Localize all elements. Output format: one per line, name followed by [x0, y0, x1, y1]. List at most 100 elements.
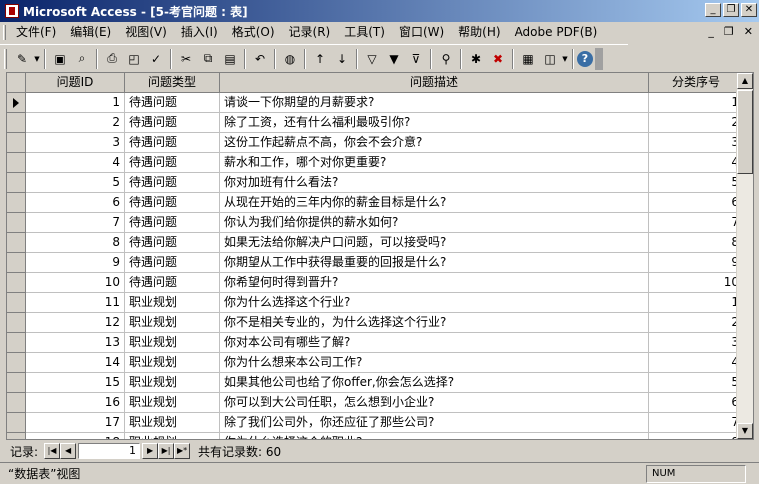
record-selector[interactable] [7, 433, 26, 439]
current-record-input[interactable]: 1 [78, 443, 141, 459]
cell-sort-number[interactable]: 4 [649, 353, 744, 373]
new-object-dropdown-icon[interactable]: ▼ [561, 55, 569, 63]
record-selector[interactable] [7, 413, 26, 433]
table-row[interactable]: 15职业规划如果其他公司也给了你offer,你会怎么选择?5 [7, 373, 744, 393]
toolbar-grip[interactable] [4, 48, 7, 69]
cell-sort-number[interactable]: 3 [649, 133, 744, 153]
table-row[interactable]: 6待遇问题从现在开始的三年内你的薪金目标是什么?6 [7, 193, 744, 213]
apply-filter-icon[interactable]: ⊽ [405, 48, 427, 70]
record-selector[interactable] [7, 213, 26, 233]
cell-sort-number[interactable]: 8 [649, 433, 744, 439]
cell-sort-number[interactable]: 2 [649, 313, 744, 333]
cell-type[interactable]: 待遇问题 [125, 253, 220, 273]
cell-type[interactable]: 职业规划 [125, 393, 220, 413]
cell-description[interactable]: 你认为我们给你提供的薪水如何? [220, 213, 649, 233]
cell-description[interactable]: 你为什么选择这个的职业? [220, 433, 649, 439]
print-icon[interactable]: ⎙ [101, 48, 123, 70]
delete-record-icon[interactable]: ✖ [487, 48, 509, 70]
cell-description[interactable]: 你期望从工作中获得最重要的回报是什么? [220, 253, 649, 273]
restore-button[interactable]: ❐ [723, 3, 739, 17]
cell-type[interactable]: 待遇问题 [125, 193, 220, 213]
print-preview-icon[interactable]: ◰ [123, 48, 145, 70]
record-selector[interactable] [7, 113, 26, 133]
new-object-icon[interactable]: ◫ [539, 48, 561, 70]
cell-description[interactable]: 你为什么想来本公司工作? [220, 353, 649, 373]
record-selector[interactable] [7, 373, 26, 393]
cell-sort-number[interactable]: 4 [649, 153, 744, 173]
cell-type[interactable]: 待遇问题 [125, 273, 220, 293]
document-restore-button[interactable]: ❐ [724, 25, 734, 38]
file-search-icon[interactable]: ⌕ [71, 48, 93, 70]
cell-id[interactable]: 13 [26, 333, 125, 353]
close-button[interactable]: ✕ [741, 3, 757, 17]
cell-description[interactable]: 除了我们公司外，你还应征了那些公司? [220, 413, 649, 433]
record-selector[interactable] [7, 333, 26, 353]
table-row[interactable]: 17职业规划除了我们公司外，你还应征了那些公司?7 [7, 413, 744, 433]
cell-id[interactable]: 15 [26, 373, 125, 393]
cell-id[interactable]: 1 [26, 93, 125, 113]
table-row[interactable]: 7待遇问题你认为我们给你提供的薪水如何?7 [7, 213, 744, 233]
cell-id[interactable]: 14 [26, 353, 125, 373]
access-app-icon[interactable] [5, 4, 19, 18]
record-selector[interactable] [7, 133, 26, 153]
paste-icon[interactable]: ▤ [219, 48, 241, 70]
cell-description[interactable]: 请谈一下你期望的月薪要求? [220, 93, 649, 113]
cell-sort-number[interactable]: 8 [649, 233, 744, 253]
cell-type[interactable]: 职业规划 [125, 413, 220, 433]
column-header-type[interactable]: 问题类型 [125, 73, 220, 93]
sort-descending-icon[interactable]: ↓ [331, 48, 353, 70]
record-selector[interactable] [7, 393, 26, 413]
last-record-button[interactable]: ▶| [158, 443, 175, 459]
cell-sort-number[interactable]: 5 [649, 173, 744, 193]
cell-id[interactable]: 6 [26, 193, 125, 213]
database-window-icon[interactable]: ▦ [517, 48, 539, 70]
help-icon[interactable]: ? [577, 50, 593, 67]
table-row[interactable]: 16职业规划你可以到大公司任职，怎么想到小企业?6 [7, 393, 744, 413]
cell-description[interactable]: 薪水和工作，哪个对你更重要? [220, 153, 649, 173]
cell-type[interactable]: 职业规划 [125, 333, 220, 353]
cell-sort-number[interactable]: 5 [649, 373, 744, 393]
table-row[interactable]: 3待遇问题这份工作起薪点不高，你会不会介意?3 [7, 133, 744, 153]
cell-description[interactable]: 如果无法给你解决户口问题，可以接受吗? [220, 233, 649, 253]
cell-description[interactable]: 如果其他公司也给了你offer,你会怎么选择? [220, 373, 649, 393]
table-row[interactable]: 4待遇问题薪水和工作，哪个对你更重要?4 [7, 153, 744, 173]
table-row[interactable]: 12职业规划你不是相关专业的，为什么选择这个行业?2 [7, 313, 744, 333]
cell-type[interactable]: 职业规划 [125, 373, 220, 393]
cell-description[interactable]: 你希望何时得到晋升? [220, 273, 649, 293]
table-row[interactable]: 5待遇问题你对加班有什么看法?5 [7, 173, 744, 193]
cell-description[interactable]: 你为什么选择这个行业? [220, 293, 649, 313]
document-minimize-button[interactable]: _ [708, 25, 714, 38]
menu-edit[interactable]: 编辑(E) [64, 23, 119, 42]
record-selector[interactable] [7, 93, 26, 113]
cell-type[interactable]: 待遇问题 [125, 133, 220, 153]
menu-window[interactable]: 窗口(W) [393, 23, 452, 42]
column-header-sort-number[interactable]: 分类序号 [649, 73, 744, 93]
document-close-button[interactable]: ✕ [744, 25, 753, 38]
first-record-button[interactable]: |◀ [44, 443, 61, 459]
next-record-button[interactable]: ▶ [142, 443, 159, 459]
menu-format[interactable]: 格式(O) [226, 23, 283, 42]
record-selector[interactable] [7, 313, 26, 333]
column-header-description[interactable]: 问题描述 [220, 73, 649, 93]
cell-type[interactable]: 职业规划 [125, 313, 220, 333]
cell-description[interactable]: 你不是相关专业的，为什么选择这个行业? [220, 313, 649, 333]
cell-description[interactable]: 你对加班有什么看法? [220, 173, 649, 193]
cell-id[interactable]: 2 [26, 113, 125, 133]
cell-id[interactable]: 9 [26, 253, 125, 273]
cell-sort-number[interactable]: 6 [649, 393, 744, 413]
menu-adobe-pdf[interactable]: Adobe PDF(B) [509, 23, 606, 42]
cell-description[interactable]: 除了工资，还有什么福利最吸引你? [220, 113, 649, 133]
table-row[interactable]: 10 待遇问题 你希望何时得到晋升? 10 [7, 273, 744, 293]
cell-id[interactable]: 16 [26, 393, 125, 413]
cell-sort-number[interactable]: 2 [649, 113, 744, 133]
vertical-scrollbar[interactable]: ▲ ▼ [736, 73, 753, 439]
undo-icon[interactable]: ↶ [249, 48, 271, 70]
cell-type[interactable]: 待遇问题 [125, 153, 220, 173]
cell-type[interactable]: 待遇问题 [125, 173, 220, 193]
cell-type[interactable]: 职业规划 [125, 293, 220, 313]
cut-icon[interactable]: ✂ [175, 48, 197, 70]
record-selector[interactable] [7, 293, 26, 313]
record-selector[interactable] [7, 233, 26, 253]
table-row[interactable]: 18职业规划你为什么选择这个的职业?8 [7, 433, 744, 439]
cell-id[interactable]: 8 [26, 233, 125, 253]
